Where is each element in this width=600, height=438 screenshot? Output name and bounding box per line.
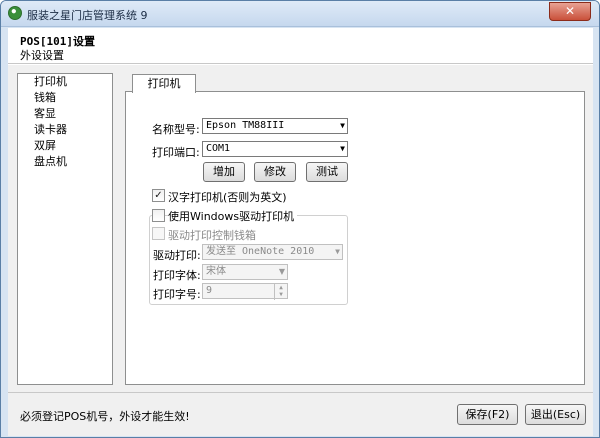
drive-cashbox-checkbox[interactable]	[152, 227, 165, 240]
model-value: Epson TM88III	[206, 120, 285, 131]
nav-item-inventory-scanner[interactable]: 盘点机	[18, 154, 112, 170]
page-subtitle: 外设设置	[20, 49, 64, 62]
font-select[interactable]: 宋体 ▼	[202, 264, 288, 280]
font-label: 打印字体:	[153, 269, 201, 282]
font-value: 宋体	[206, 266, 226, 277]
spin-arrows-icon[interactable]: ▲ ▼	[274, 284, 287, 300]
nav-item-card-reader[interactable]: 读卡器	[18, 122, 112, 138]
nav-item-dual-screen[interactable]: 双屏	[18, 138, 112, 154]
nav-item-printer[interactable]: 打印机	[18, 74, 112, 90]
nav-item-customer-display[interactable]: 客显	[18, 106, 112, 122]
font-size-value: 9	[206, 285, 213, 296]
model-select[interactable]: Epson TM88III ▼	[202, 118, 348, 134]
chevron-down-icon: ▼	[340, 144, 345, 153]
add-button[interactable]: 增加	[203, 162, 245, 182]
font-size-label: 打印字号:	[153, 288, 201, 301]
title-bar[interactable]: 服装之星门店管理系统 9 ✕	[1, 1, 599, 27]
port-select[interactable]: COM1 ▼	[202, 141, 348, 157]
chevron-down-icon: ▼	[278, 267, 285, 276]
drive-cashbox-label: 驱动打印控制钱箱	[168, 229, 256, 242]
close-button[interactable]: ✕	[549, 2, 591, 21]
window-title: 服装之星门店管理系统 9	[27, 9, 148, 22]
nav-item-cashbox[interactable]: 钱箱	[18, 90, 112, 106]
driver-print-label: 驱动打印:	[153, 249, 201, 262]
port-label: 打印端口:	[152, 146, 200, 159]
driver-print-value: 发送至 OneNote 2010	[206, 246, 315, 257]
port-value: COM1	[206, 143, 231, 154]
device-list: 打印机 钱箱 客显 读卡器 双屏 盘点机	[17, 73, 113, 385]
chinese-printer-checkbox[interactable]: ✓	[152, 189, 165, 202]
footer-bar: 必须登记POS机号，外设才能生效! 保存(F2) 退出(Esc)	[8, 392, 593, 436]
use-windows-driver-checkbox[interactable]	[152, 209, 165, 222]
tab-printer[interactable]: 打印机	[132, 74, 196, 93]
exit-button[interactable]: 退出(Esc)	[525, 404, 586, 425]
chevron-down-icon: ▼	[340, 121, 345, 130]
app-window: 服装之星门店管理系统 9 ✕ POS[101]设置 外设设置 打印机 钱箱 客显…	[0, 0, 600, 438]
use-windows-driver-label: 使用Windows驱动打印机	[168, 208, 298, 224]
model-label: 名称型号:	[152, 123, 200, 136]
app-logo-icon	[8, 6, 22, 20]
chinese-printer-label: 汉字打印机(否则为英文)	[168, 191, 287, 204]
edit-button[interactable]: 修改	[254, 162, 296, 182]
save-button[interactable]: 保存(F2)	[457, 404, 518, 425]
page-header: POS[101]设置 外设设置	[8, 28, 593, 64]
test-button[interactable]: 测试	[306, 162, 348, 182]
chevron-down-icon: ▼	[335, 247, 340, 256]
driver-print-select[interactable]: 发送至 OneNote 2010 ▼	[202, 244, 343, 260]
status-message: 必须登记POS机号，外设才能生效!	[20, 410, 190, 423]
font-size-stepper[interactable]: 9 ▲ ▼	[202, 283, 288, 300]
